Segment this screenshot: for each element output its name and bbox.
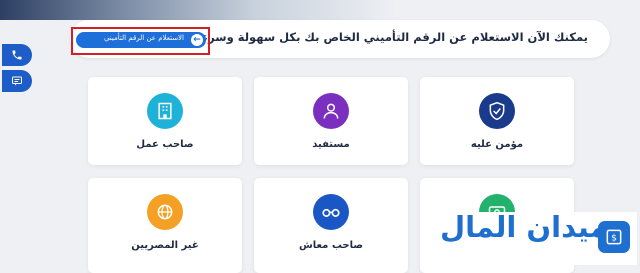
cta-label: الاستعلام عن الرقم التأميني	[103, 34, 184, 42]
card-label: مستفيد	[312, 139, 350, 150]
insurance-number-inquiry-button[interactable]: الاستعلام عن الرقم التأميني ←	[76, 32, 206, 48]
banner-text: يمكنك الآن الاستعلام عن الرقم التأميني ا…	[193, 30, 588, 44]
card-employer[interactable]: صاحب عمل	[88, 77, 242, 165]
side-chat-button[interactable]	[2, 70, 32, 92]
shield-check-icon	[479, 93, 515, 129]
card-label: صاحب معاش	[298, 240, 364, 251]
card-label: صاحب عمل	[136, 139, 194, 150]
card-label: مؤمن عليه	[470, 139, 524, 150]
logo-text: ميدان المال	[440, 210, 608, 244]
card-non-egyptians[interactable]: غير المصريين	[88, 178, 242, 273]
arrow-left-icon: ←	[191, 34, 203, 46]
building-icon	[147, 93, 183, 129]
money-icon: $	[598, 221, 630, 253]
phone-icon	[12, 50, 22, 60]
chat-icon	[12, 76, 22, 86]
card-pensioner[interactable]: صاحب معاش	[254, 178, 408, 273]
card-insured[interactable]: مؤمن عليه	[420, 77, 574, 165]
user-icon	[313, 93, 349, 129]
svg-text:$: $	[611, 232, 617, 243]
card-label: غير المصريين	[131, 240, 199, 251]
hero-image-strip	[0, 0, 640, 20]
glasses-icon	[313, 194, 349, 230]
card-beneficiary[interactable]: مستفيد	[254, 77, 408, 165]
side-call-button[interactable]	[2, 44, 32, 66]
globe-icon	[147, 194, 183, 230]
